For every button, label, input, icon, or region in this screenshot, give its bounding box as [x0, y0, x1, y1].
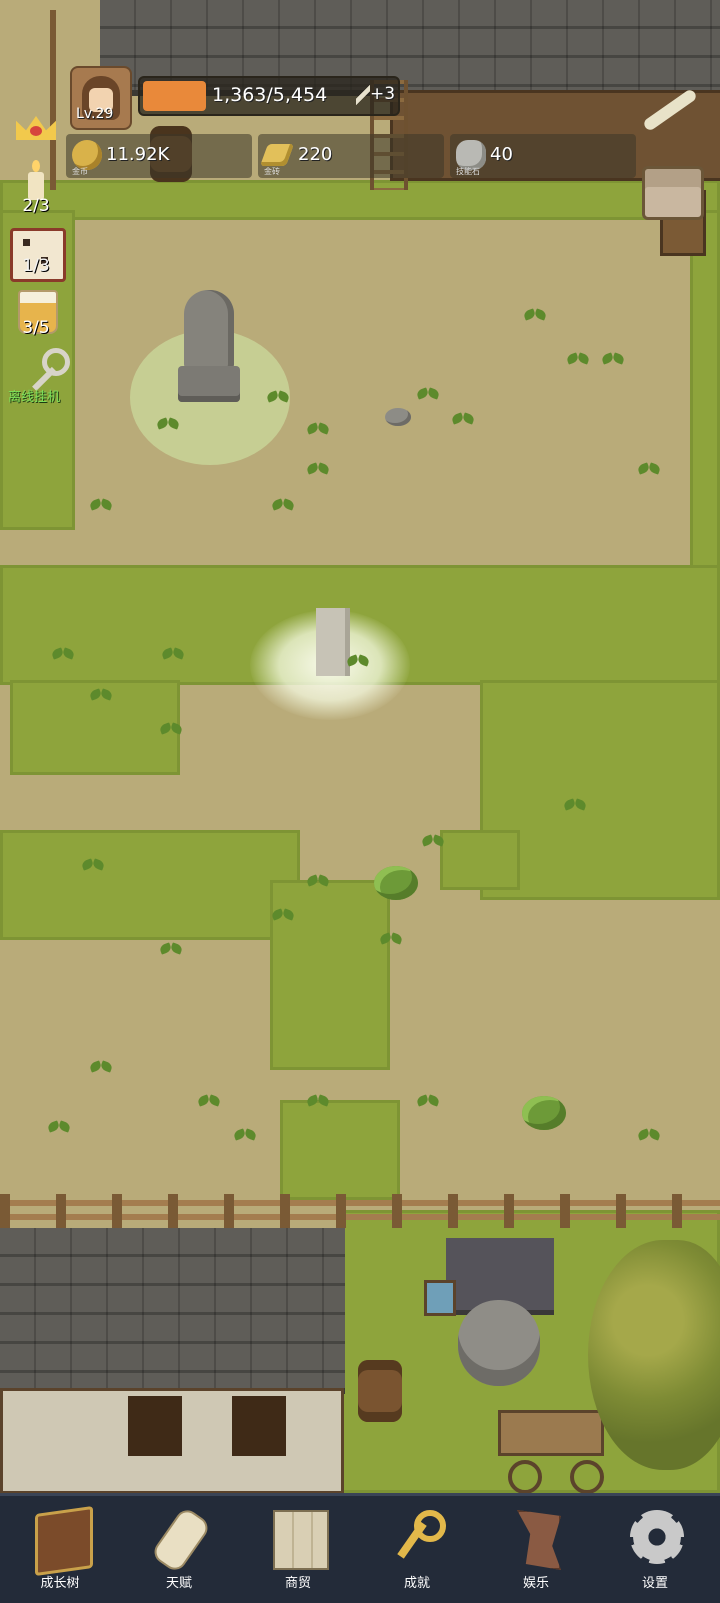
praying-statue[interactable]: [184, 290, 234, 370]
nav-label: 天赋: [165, 1576, 192, 1591]
candle-count: 2/3: [22, 196, 50, 216]
nav-label: 成就: [403, 1576, 430, 1591]
cabbage[interactable]: [522, 1096, 566, 1130]
sprout[interactable]: [305, 460, 331, 482]
gold-brick-caption: 金砖: [264, 167, 280, 176]
sprout[interactable]: [565, 350, 591, 372]
nav-label: 商贸: [284, 1576, 311, 1591]
wooden-cart[interactable]: [498, 1410, 604, 1456]
grass-patch: [690, 210, 720, 570]
nav-achievement[interactable]: 成就: [358, 1496, 476, 1603]
crown-gem: [30, 126, 42, 136]
sprout[interactable]: [420, 832, 446, 854]
xp-bonus: +3: [370, 84, 396, 104]
sprout[interactable]: [450, 410, 476, 432]
statue-pedestal: [178, 366, 240, 402]
stone-well[interactable]: [458, 1300, 540, 1386]
gold-brick-value: 220: [298, 144, 333, 165]
sprout[interactable]: [160, 645, 186, 667]
cabbage[interactable]: [374, 866, 418, 900]
xp-bar: 1,363/5,454 +3: [138, 76, 400, 116]
sprout[interactable]: [270, 906, 296, 928]
nav-trade[interactable]: 商贸: [239, 1496, 357, 1603]
barrel: [358, 1360, 402, 1422]
sprout[interactable]: [88, 496, 114, 518]
sprout[interactable]: [265, 388, 291, 410]
skill-stone-counter[interactable]: 40 技能石: [450, 134, 636, 178]
cart-wheel: [508, 1460, 542, 1493]
nav-label: 成长树: [40, 1576, 80, 1591]
skill-stone-value: 40: [490, 144, 513, 165]
crown-icon[interactable]: [16, 104, 56, 144]
sprout[interactable]: [46, 1118, 72, 1140]
grass-patch: [440, 830, 520, 890]
gold-coin-counter[interactable]: 11.92K 金币: [66, 134, 252, 178]
sprout[interactable]: [270, 496, 296, 518]
water-bucket: [424, 1280, 456, 1316]
sprout[interactable]: [305, 420, 331, 442]
sprout[interactable]: [80, 856, 106, 878]
bottom-nav: 成长树 天赋 商贸 成就 娱乐 设置: [0, 1493, 720, 1603]
house-window: [232, 1396, 286, 1456]
gold-coin-caption: 金币: [72, 167, 88, 176]
gold-brick-icon: [259, 144, 295, 166]
cart-wheel: [570, 1460, 604, 1493]
gold-brick-counter[interactable]: 220 金砖: [258, 134, 444, 178]
sprout[interactable]: [305, 872, 331, 894]
nav-settings[interactable]: 设置: [596, 1496, 714, 1603]
game-map[interactable]: [0, 0, 720, 1493]
sprout[interactable]: [600, 350, 626, 372]
candle-icon[interactable]: [22, 160, 50, 200]
grass-patch: [280, 1100, 400, 1200]
sprout[interactable]: [636, 1126, 662, 1148]
player-level: Lv.29: [76, 106, 114, 122]
sprout[interactable]: [415, 1092, 441, 1114]
nav-label: 娱乐: [522, 1576, 549, 1591]
banner-icon: [517, 1510, 561, 1570]
rock[interactable]: [385, 408, 411, 426]
xp-text: 1,363/5,454: [212, 84, 328, 106]
sprout[interactable]: [155, 415, 181, 437]
candle-flame: [32, 160, 40, 172]
beer-count: 3/5: [22, 318, 50, 338]
sprout[interactable]: [378, 930, 404, 952]
sprout[interactable]: [305, 1092, 331, 1114]
bottom-house-roof: [0, 1228, 345, 1394]
skill-stone-caption: 技能石: [456, 167, 480, 176]
grass-patch: [0, 830, 300, 940]
sprout[interactable]: [196, 1092, 222, 1114]
dice-count: 1/3: [22, 256, 50, 276]
nav-talent[interactable]: 天赋: [120, 1496, 238, 1603]
sprout[interactable]: [158, 940, 184, 962]
sprout[interactable]: [88, 1058, 114, 1080]
sprout[interactable]: [158, 720, 184, 742]
nav-growth-tree[interactable]: 成长树: [1, 1496, 119, 1603]
sprout[interactable]: [88, 686, 114, 708]
xp-bar-fill: [143, 81, 206, 111]
key-icon[interactable]: [24, 348, 70, 391]
sprout[interactable]: [562, 796, 588, 818]
gold-coin-value: 11.92K: [106, 144, 170, 165]
sprout[interactable]: [232, 1126, 258, 1148]
grass-patch: [0, 180, 720, 220]
offline-idle-label[interactable]: 离线挂机: [8, 386, 60, 405]
sprout[interactable]: [415, 385, 441, 407]
scroll-icon: [149, 1505, 213, 1575]
nav-entertainment[interactable]: 娱乐: [477, 1496, 595, 1603]
wooden-fence: [0, 1194, 720, 1228]
map-icon: [273, 1510, 329, 1570]
sprout[interactable]: [50, 645, 76, 667]
bone-icon: [356, 85, 370, 105]
sprout[interactable]: [345, 652, 371, 674]
sprout[interactable]: [636, 460, 662, 482]
treasure-chest-icon[interactable]: [642, 166, 704, 220]
house-window: [128, 1396, 182, 1456]
gear-icon: [630, 1510, 684, 1564]
dice-pip: [23, 239, 30, 246]
book-icon: [35, 1505, 93, 1577]
key-icon: [392, 1510, 446, 1566]
nav-label: 设置: [641, 1576, 668, 1591]
sprout[interactable]: [522, 306, 548, 328]
